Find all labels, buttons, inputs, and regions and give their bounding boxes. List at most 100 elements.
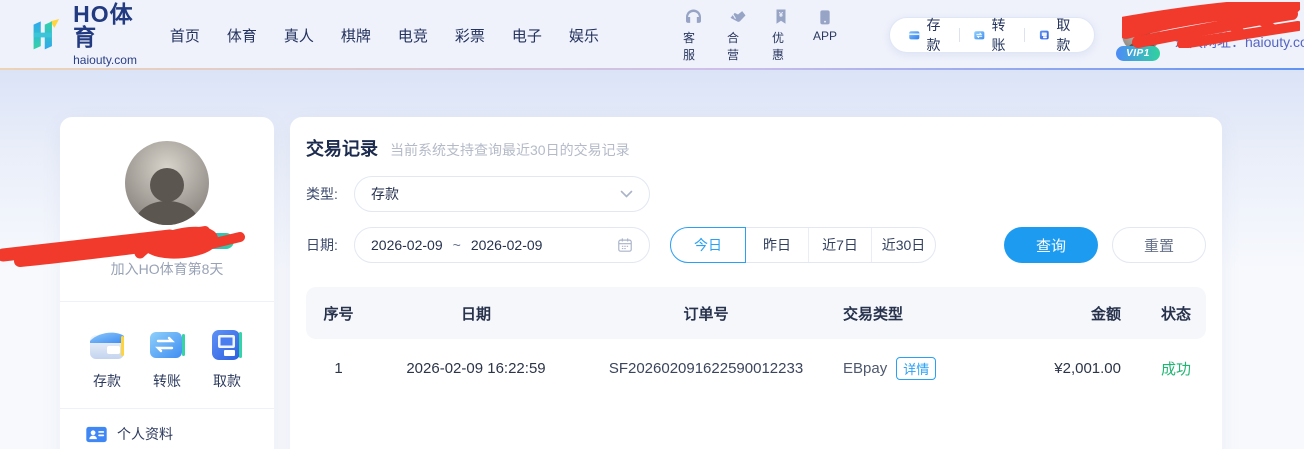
- wallet-action-label: 取款: [1056, 15, 1076, 55]
- table-header-row: 序号 日期 订单号 交易类型 金额 状态: [306, 287, 1206, 339]
- divider: [959, 28, 960, 42]
- promotions-button[interactable]: ¥ 优惠: [772, 7, 790, 63]
- sidebar-transfer-button[interactable]: 转账: [146, 324, 188, 391]
- range-yesterday-button[interactable]: 昨日: [746, 228, 809, 262]
- redaction-scribble: [1122, 2, 1300, 48]
- wallet-actions-pill: 存款 转账: [889, 17, 1095, 53]
- quick-item-label: 客服: [683, 29, 704, 63]
- sidebar-withdraw-button[interactable]: 取款: [206, 324, 248, 391]
- partner-button[interactable]: 合营: [727, 7, 749, 63]
- transactions-table: 序号 日期 订单号 交易类型 金额 状态 1 2026-02-09 16:22:…: [306, 287, 1206, 397]
- withdraw-icon: [1038, 26, 1051, 44]
- id-card-icon: [86, 426, 107, 443]
- divider: [1024, 28, 1025, 42]
- col-header-amount: 金额: [996, 303, 1146, 324]
- range-30days-button[interactable]: 近30日: [872, 228, 935, 262]
- chevron-down-icon: [620, 190, 633, 199]
- nav-item-lottery[interactable]: 彩票: [455, 25, 485, 46]
- date-separator: ~: [453, 237, 461, 253]
- shortcut-label: 取款: [213, 371, 241, 391]
- panel-title-row: 交易记录 当前系统支持查询最近30日的交易记录: [306, 135, 1206, 161]
- date-from-value: 2026-02-09: [371, 237, 443, 253]
- transaction-records-panel: 交易记录 当前系统支持查询最近30日的交易记录 类型: 存款 日期: 2026-…: [290, 117, 1222, 449]
- cell-order-no: SF202602091622590012233: [581, 360, 831, 377]
- status-badge: 成功: [1146, 358, 1206, 379]
- quick-item-label: 优惠: [772, 29, 790, 63]
- page-content: 加入HO体育第8天: [60, 117, 1222, 449]
- calendar-icon: [617, 237, 633, 253]
- page-subtitle: 当前系统支持查询最近30日的交易记录: [390, 140, 630, 160]
- quick-item-label: 合营: [727, 29, 749, 63]
- promo-icon: ¥: [772, 7, 790, 27]
- profile-sidebar: 加入HO体育第8天: [60, 117, 274, 449]
- customer-service-button[interactable]: 客服: [683, 7, 704, 63]
- col-header-date: 日期: [371, 303, 581, 324]
- redaction-scribble: [0, 219, 250, 267]
- search-button[interactable]: 查询: [1004, 227, 1098, 263]
- sidebar-shortcuts: 存款 转账: [60, 302, 274, 391]
- page-title: 交易记录: [306, 135, 378, 161]
- transfer-3d-icon: [146, 324, 188, 366]
- shortcut-label: 转账: [153, 371, 181, 391]
- user-avatar-large[interactable]: [125, 141, 209, 225]
- withdraw-3d-icon: [206, 324, 248, 366]
- reset-button[interactable]: 重置: [1112, 227, 1206, 263]
- type-label: 类型:: [306, 184, 354, 204]
- col-header-type: 交易类型: [831, 303, 996, 324]
- wallet-action-label: 转账: [991, 15, 1011, 55]
- deposit-3d-icon: [86, 324, 128, 366]
- detail-link[interactable]: 详情: [896, 357, 936, 380]
- deposit-button[interactable]: 存款: [908, 15, 946, 55]
- partner-icon: [727, 7, 749, 27]
- table-row: 1 2026-02-09 16:22:59 SF2026020916225900…: [306, 339, 1206, 397]
- cell-date: 2026-02-09 16:22:59: [371, 360, 581, 377]
- cell-amount: ¥2,001.00: [996, 360, 1146, 377]
- sidebar-deposit-button[interactable]: 存款: [86, 324, 128, 391]
- page: HO体育 haiouty.com 首页 体育 真人 棋牌 电竞 彩票 电子 娱乐…: [0, 0, 1304, 449]
- vip-badge: VIP1: [1116, 46, 1160, 61]
- main-nav: 首页 体育 真人 棋牌 电竞 彩票 电子 娱乐: [170, 25, 599, 46]
- cell-index: 1: [306, 360, 371, 377]
- transfer-icon: [973, 26, 986, 44]
- nav-item-cards[interactable]: 棋牌: [341, 25, 371, 46]
- range-today-button[interactable]: 今日: [670, 227, 746, 263]
- top-header: HO体育 haiouty.com 首页 体育 真人 棋牌 电竞 彩票 电子 娱乐…: [0, 0, 1304, 70]
- profile-link-label: 个人资料: [117, 424, 173, 444]
- nav-item-entertainment[interactable]: 娱乐: [569, 25, 599, 46]
- date-filter-row: 日期: 2026-02-09 ~ 2026-02-09 今日: [306, 227, 1206, 263]
- type-select-value: 存款: [371, 184, 399, 204]
- col-header-status: 状态: [1146, 303, 1206, 324]
- nav-item-home[interactable]: 首页: [170, 25, 200, 46]
- app-icon: [817, 7, 833, 27]
- quick-item-label: APP: [813, 29, 837, 43]
- nav-item-esports[interactable]: 电竞: [398, 25, 428, 46]
- wallet-action-label: 存款: [927, 15, 947, 55]
- type-filter-row: 类型: 存款: [306, 176, 1206, 212]
- type-select[interactable]: 存款: [354, 176, 650, 212]
- nav-item-slots[interactable]: 电子: [512, 25, 542, 46]
- transfer-button[interactable]: 转账: [973, 15, 1011, 55]
- col-header-index: 序号: [306, 303, 371, 324]
- avatar-silhouette-icon: [125, 159, 209, 225]
- transaction-type-text: EBpay: [843, 360, 887, 377]
- headset-icon: [683, 7, 704, 27]
- shortcut-label: 存款: [93, 371, 121, 391]
- app-download-button[interactable]: APP: [813, 7, 837, 63]
- date-to-value: 2026-02-09: [471, 237, 543, 253]
- nav-item-live[interactable]: 真人: [284, 25, 314, 46]
- deposit-icon: [908, 26, 921, 44]
- date-label: 日期:: [306, 235, 354, 255]
- quick-range-group: 今日 昨日 近7日 近30日: [670, 227, 936, 263]
- withdraw-button[interactable]: 取款: [1038, 15, 1076, 55]
- brand-logo-icon: [28, 16, 63, 54]
- date-range-input[interactable]: 2026-02-09 ~ 2026-02-09: [354, 227, 650, 263]
- sidebar-item-profile[interactable]: 个人资料: [60, 409, 274, 449]
- brand-name: HO体育: [73, 3, 144, 49]
- nav-item-sports[interactable]: 体育: [227, 25, 257, 46]
- range-7days-button[interactable]: 近7日: [809, 228, 872, 262]
- cell-type: EBpay 详情: [831, 357, 996, 380]
- brand-domain: haiouty.com: [73, 53, 144, 67]
- brand-logo[interactable]: HO体育 haiouty.com: [28, 3, 144, 67]
- col-header-order-no: 订单号: [581, 303, 831, 324]
- quick-icon-bar: 客服 合营 ¥ 优惠 APP: [683, 7, 837, 63]
